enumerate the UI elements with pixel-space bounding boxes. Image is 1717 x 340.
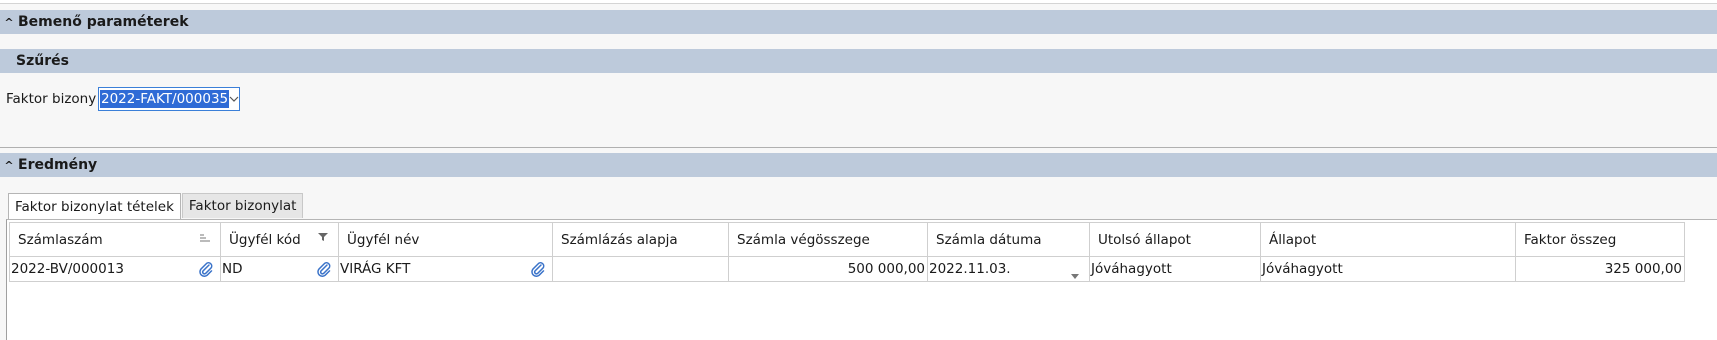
caret-up-icon[interactable]: ^ — [0, 16, 18, 29]
tab-faktor-bizonylat-tetelek[interactable]: Faktor bizonylat tételek — [8, 193, 181, 220]
column-header-szamlaszam[interactable]: Számlaszám — [9, 222, 221, 257]
column-header-allapot[interactable]: Állapot — [1260, 222, 1516, 257]
funnel-icon[interactable] — [318, 230, 328, 246]
column-header-ugyfel-kod[interactable]: Ügyfél kód — [220, 222, 339, 257]
result-tabs: Faktor bizonylat tételek Faktor bizonyla… — [8, 193, 304, 220]
result-table: Számlaszám Ügyfél kód Ügyfél név Számláz… — [9, 222, 1685, 282]
cell-ugyfel-nev[interactable]: VIRÁG KFT — [338, 256, 553, 282]
chevron-down-icon[interactable] — [1071, 267, 1079, 281]
faktor-bizonylat-combobox[interactable]: 2022-FAKT/000035 — [98, 87, 240, 111]
section-input-params-title: Bemenő paraméterek — [18, 14, 189, 30]
result-grid: Számlaszám Ügyfél kód Ügyfél név Számláz… — [6, 219, 1717, 340]
column-header-faktor-osszeg[interactable]: Faktor összeg — [1515, 222, 1685, 257]
cell-utolso-allapot[interactable]: Jóváhagyott — [1089, 256, 1261, 282]
cell-ugyfel-kod[interactable]: ND — [220, 256, 339, 282]
section-filter-title: Szűrés — [16, 53, 69, 69]
top-border — [0, 0, 1717, 4]
section-result-header[interactable]: ^ Eredmény — [0, 153, 1717, 177]
tab-label: Faktor bizonylat tételek — [15, 199, 174, 215]
tab-faktor-bizonylat[interactable]: Faktor bizonylat — [181, 193, 304, 218]
cell-faktor-osszeg[interactable]: 325 000,00 — [1515, 256, 1685, 282]
filter-label: Faktor bizony — [6, 91, 97, 107]
column-header-ugyfel-nev[interactable]: Ügyfél név — [338, 222, 553, 257]
section-divider — [0, 147, 1717, 148]
paperclip-icon[interactable] — [198, 261, 214, 281]
section-filter-header: Szűrés — [0, 49, 1717, 73]
column-header-utolso-allapot[interactable]: Utolsó állapot — [1089, 222, 1261, 257]
cell-szamlaszam[interactable]: 2022-BV/000013 — [9, 256, 221, 282]
table-header-row: Számlaszám Ügyfél kód Ügyfél név Számláz… — [9, 222, 1685, 257]
cell-szamla-vegosszege[interactable]: 500 000,00 — [728, 256, 928, 282]
paperclip-icon[interactable] — [316, 261, 332, 281]
combobox-selected-value[interactable]: 2022-FAKT/000035 — [100, 90, 230, 108]
sort-lines-icon[interactable] — [200, 231, 210, 247]
tab-label: Faktor bizonylat — [188, 198, 297, 214]
column-header-szamla-vegosszege[interactable]: Számla végösszege — [728, 222, 928, 257]
column-header-szamlazas-alapja[interactable]: Számlázás alapja — [552, 222, 729, 257]
cell-szamla-datuma[interactable]: 2022.11.03. — [927, 256, 1090, 282]
caret-up-icon[interactable]: ^ — [0, 159, 18, 172]
column-header-szamla-datuma[interactable]: Számla dátuma — [927, 222, 1090, 257]
section-result-title: Eredmény — [18, 157, 98, 173]
chevron-down-icon[interactable] — [229, 89, 239, 109]
section-input-params-header[interactable]: ^ Bemenő paraméterek — [0, 10, 1717, 34]
table-row[interactable]: 2022-BV/000013 ND VIRÁG KFT 500 000,00 2… — [9, 256, 1685, 282]
paperclip-icon[interactable] — [530, 261, 546, 281]
cell-allapot[interactable]: Jóváhagyott — [1260, 256, 1516, 282]
cell-szamlazas-alapja[interactable] — [552, 256, 729, 282]
